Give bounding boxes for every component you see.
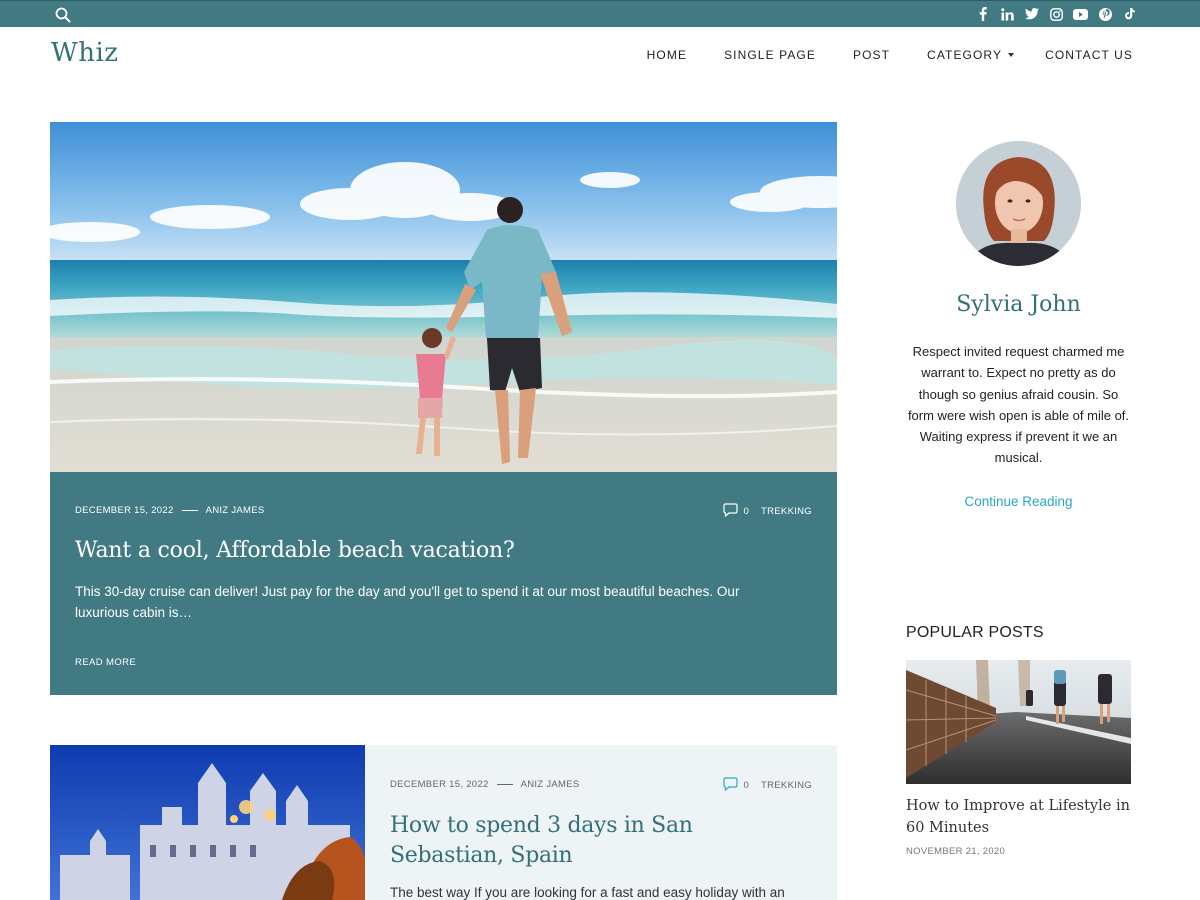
- popular-post-date: NOVEMBER 21, 2020: [906, 846, 1006, 857]
- facebook-icon[interactable]: [971, 5, 996, 23]
- post-category[interactable]: TREKKING: [761, 506, 812, 517]
- post-card: DECEMBER 15, 2022 ANIZ JAMES 0 TREKKING …: [365, 745, 837, 900]
- post-title[interactable]: Want a cool, Affordable beach vacation?: [75, 538, 515, 563]
- nav-item-category[interactable]: CATEGORY: [927, 48, 1015, 62]
- pinterest-icon[interactable]: [1093, 5, 1118, 23]
- featured-post-image[interactable]: [50, 122, 837, 472]
- nav-item-post[interactable]: POST: [853, 48, 890, 62]
- comment-icon[interactable]: [723, 503, 739, 520]
- post-date[interactable]: DECEMBER 15, 2022: [75, 505, 174, 516]
- instagram-icon[interactable]: [1044, 5, 1069, 23]
- caret-down-icon: [1008, 53, 1015, 57]
- twitter-icon[interactable]: [1020, 5, 1045, 23]
- post-category[interactable]: TREKKING: [761, 780, 812, 791]
- post-thumbnail[interactable]: [50, 745, 365, 900]
- featured-post-card: DECEMBER 15, 2022 ANIZ JAMES 0 TREKKING …: [50, 472, 837, 695]
- popular-post-thumbnail[interactable]: [906, 660, 1131, 784]
- meta-divider: [496, 784, 513, 785]
- post-excerpt: The best way If you are looking for a fa…: [390, 885, 785, 900]
- post-meta-right: 0 TREKKING: [723, 777, 812, 794]
- read-more-link[interactable]: READ MORE: [75, 657, 136, 668]
- comment-icon[interactable]: [723, 777, 739, 794]
- post-meta-right: 0 TREKKING: [723, 503, 812, 520]
- post-author[interactable]: ANIZ JAMES: [206, 505, 265, 516]
- youtube-icon[interactable]: [1069, 5, 1094, 23]
- post-excerpt: This 30-day cruise can deliver! Just pay…: [75, 584, 740, 620]
- tiktok-icon[interactable]: [1118, 5, 1143, 23]
- search-icon[interactable]: [54, 6, 72, 24]
- top-bar: [0, 0, 1200, 27]
- post-meta: DECEMBER 15, 2022 ANIZ JAMES: [390, 779, 580, 790]
- site-logo[interactable]: Whiz: [51, 38, 118, 68]
- author-bio: Respect invited request charmed me warra…: [907, 344, 1130, 466]
- author-avatar: [956, 141, 1081, 266]
- post-date[interactable]: DECEMBER 15, 2022: [390, 779, 489, 790]
- nav-item-category-label: CATEGORY: [927, 48, 1003, 62]
- post-meta: DECEMBER 15, 2022 ANIZ JAMES: [75, 505, 265, 516]
- popular-posts-heading: POPULAR POSTS: [906, 624, 1044, 641]
- post-title[interactable]: How to spend 3 days in San Sebastian, Sp…: [390, 811, 800, 871]
- popular-post-title[interactable]: How to Improve at Lifestyle in 60 Minute…: [906, 796, 1131, 839]
- linkedin-icon[interactable]: [995, 5, 1020, 23]
- post-author[interactable]: ANIZ JAMES: [521, 779, 580, 790]
- meta-divider: [181, 510, 198, 511]
- nav-item-contact-us[interactable]: CONTACT US: [1045, 48, 1133, 62]
- nav-item-single-page[interactable]: SINGLE PAGE: [724, 48, 816, 62]
- author-name: Sylvia John: [956, 292, 1081, 317]
- comment-count[interactable]: 0: [743, 780, 749, 791]
- main-nav: HOME SINGLE PAGE POST CATEGORY CONTACT U…: [647, 48, 1133, 62]
- comment-count[interactable]: 0: [743, 506, 749, 517]
- nav-item-home[interactable]: HOME: [647, 48, 687, 62]
- social-links: [971, 5, 1143, 23]
- continue-reading-link[interactable]: Continue Reading: [906, 494, 1131, 509]
